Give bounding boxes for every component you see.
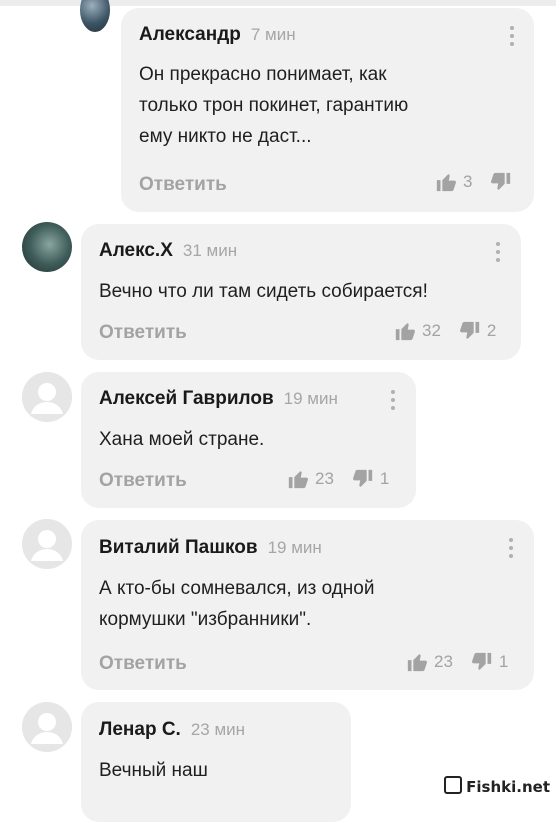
comment-author[interactable]: Алексей Гаврилов 19 мин: [99, 388, 338, 410]
thumb-down-icon[interactable]: [459, 320, 481, 342]
comment-author[interactable]: Ленар С. 23 мин: [99, 719, 245, 741]
thumb-up-icon[interactable]: [435, 171, 457, 193]
reply-button[interactable]: Ответить: [139, 174, 227, 196]
dislike-count: 1: [498, 652, 509, 671]
comment-time: 31 мин: [182, 241, 238, 260]
comment-card: Алексей Гаврилов 19 мин Хана моей стране.…: [81, 372, 416, 508]
reply-button[interactable]: Ответить: [99, 653, 187, 675]
comment-card: Алекс.Х 31 мин Вечно что ли там сидеть со…: [81, 224, 521, 360]
comment-time: 19 мин: [267, 538, 322, 557]
dislike-count: 2: [486, 321, 497, 340]
reply-button[interactable]: Ответить: [99, 322, 187, 344]
rating-controls: 23 1: [406, 651, 508, 673]
rating-controls: 32 2: [394, 320, 496, 342]
comment-card: Александр 7 мин Он прекрасно понимает, ка…: [121, 8, 534, 212]
avatar[interactable]: [80, 0, 110, 32]
thumb-down-icon[interactable]: [490, 171, 512, 193]
thumb-down-icon[interactable]: [471, 651, 493, 673]
comment-text: Вечно что ли там сидеть собирается!: [99, 281, 428, 302]
reply-button[interactable]: Ответить: [99, 470, 187, 492]
thumb-up-icon[interactable]: [394, 320, 416, 342]
thumb-down-icon[interactable]: [352, 468, 374, 490]
comment-author[interactable]: Александр 7 мин: [139, 24, 296, 46]
like-count: 32: [422, 321, 441, 340]
thumb-up-icon[interactable]: [406, 651, 428, 673]
fishki-logo-icon: [444, 776, 463, 794]
comment-time: 19 мин: [283, 389, 338, 408]
comment-card: Ленар С. 23 мин Вечный наш: [81, 702, 351, 822]
dislike-count: 1: [379, 469, 390, 488]
like-count: 23: [434, 652, 453, 671]
comment-author[interactable]: Алекс.Х 31 мин: [99, 240, 237, 262]
more-vertical-icon[interactable]: [390, 390, 396, 412]
rating-controls: 3: [435, 171, 518, 193]
like-count: 3: [463, 172, 473, 191]
comment-text: Вечный наш: [99, 760, 208, 781]
more-vertical-icon[interactable]: [509, 26, 515, 48]
more-vertical-icon[interactable]: [495, 242, 501, 264]
comment-text: Он прекрасно понимает, как только трон п…: [139, 64, 409, 147]
rating-controls: 23 1: [287, 468, 389, 490]
default-avatar-icon[interactable]: [22, 519, 72, 569]
avatar[interactable]: [22, 222, 72, 272]
more-vertical-icon[interactable]: [508, 538, 514, 560]
like-count: 23: [315, 469, 334, 488]
comment-time: 23 мин: [190, 720, 246, 739]
default-avatar-icon[interactable]: [22, 702, 72, 752]
comment-time: 7 мин: [250, 25, 296, 44]
comment-text: А кто-бы сомневался, из одной кормушки "…: [99, 578, 375, 630]
default-avatar-icon[interactable]: [22, 372, 72, 422]
comment-card: Виталий Пашков 19 мин А кто-бы сомневался…: [81, 520, 534, 690]
comment-text: Хана моей стране.: [99, 429, 265, 450]
comment-author[interactable]: Виталий Пашков 19 мин: [99, 537, 322, 559]
thumb-up-icon[interactable]: [287, 468, 309, 490]
watermark: Fishki.net: [444, 776, 550, 796]
